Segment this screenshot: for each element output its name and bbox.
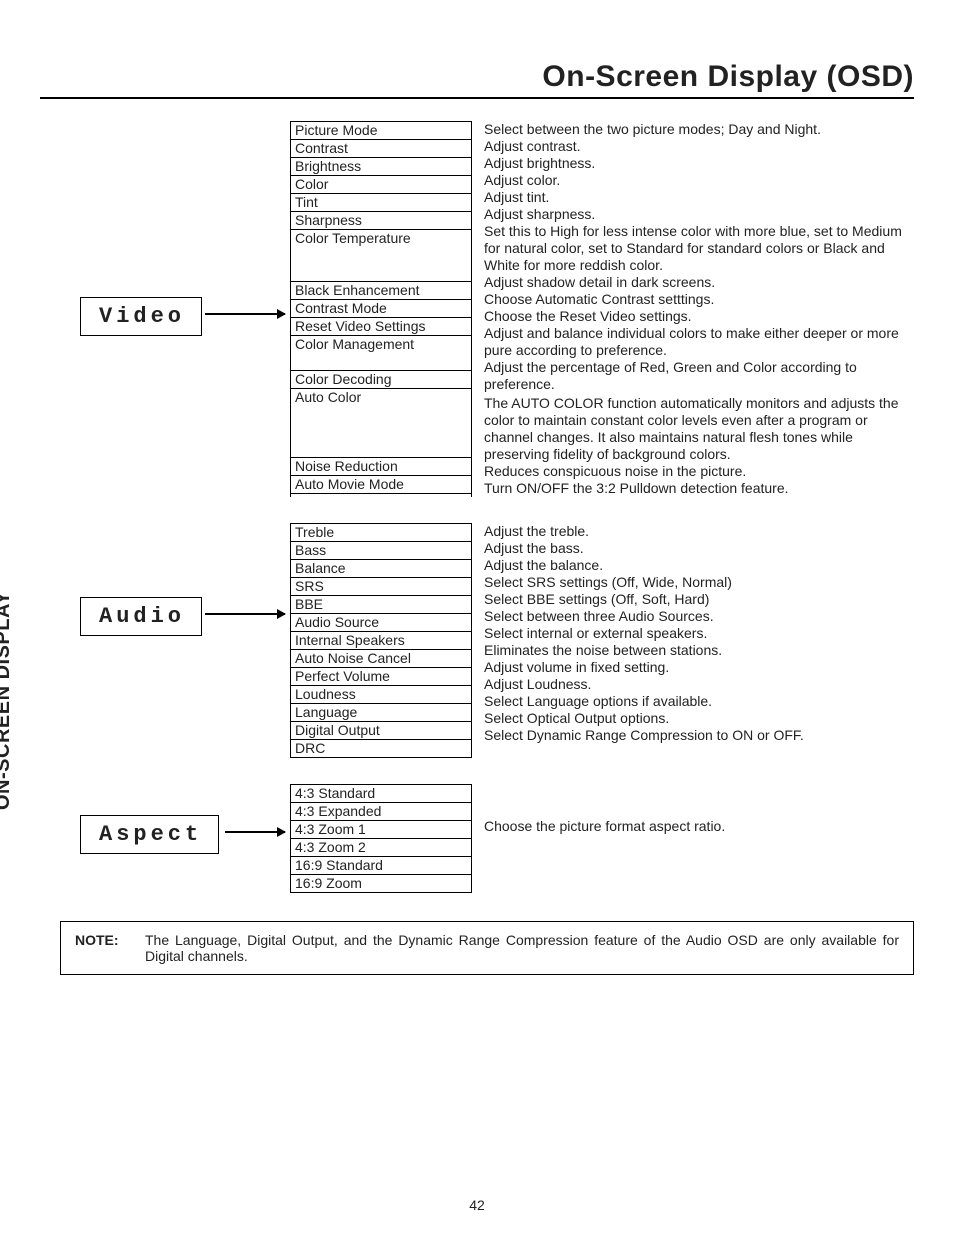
menu-item: Balance: [291, 560, 471, 578]
arrow-icon: [205, 613, 285, 615]
menu-item: Contrast Mode: [291, 300, 471, 318]
category-box-video: Video: [80, 297, 202, 336]
category-box-aspect: Aspect: [80, 815, 219, 854]
menu-item: 4:3 Zoom 2: [291, 839, 471, 857]
menu-item: Auto Color: [291, 389, 471, 458]
item-desc: Adjust tint.: [482, 189, 914, 206]
side-tab-label: ON-SCREEN DISPLAY: [0, 591, 15, 810]
menu-item: 4:3 Expanded: [291, 803, 471, 821]
menu-item: Internal Speakers: [291, 632, 471, 650]
item-desc: Adjust sharpness.: [482, 206, 914, 223]
note-label: NOTE:: [75, 932, 145, 964]
arrow-icon: [205, 313, 285, 315]
note-box: NOTE: The Language, Digital Output, and …: [60, 921, 914, 975]
item-desc: Adjust brightness.: [482, 155, 914, 172]
menu-item: 16:9 Zoom: [291, 875, 471, 893]
menu-item: Color Decoding: [291, 371, 471, 389]
note-text: The Language, Digital Output, and the Dy…: [145, 932, 899, 964]
item-desc: Adjust shadow detail in dark screens.: [482, 274, 914, 291]
item-desc: Select between the two picture modes; Da…: [482, 121, 914, 138]
menu-item: Loudness: [291, 686, 471, 704]
video-descriptions: Select between the two picture modes; Da…: [472, 121, 914, 497]
item-desc: Adjust the bass.: [482, 540, 806, 557]
section-video: Video Picture Mode Contrast Brightness C…: [85, 121, 914, 497]
menu-item: Black Enhancement: [291, 282, 471, 300]
menu-item: Picture Mode: [291, 122, 471, 140]
item-desc: Select Optical Output options.: [482, 710, 806, 727]
audio-items: Treble Bass Balance SRS BBE Audio Source…: [290, 523, 472, 758]
category-box-audio: Audio: [80, 597, 202, 636]
item-desc: Choose Automatic Contrast setttings.: [482, 291, 914, 308]
page-number: 42: [0, 1197, 954, 1213]
audio-descriptions: Adjust the treble. Adjust the bass. Adju…: [472, 523, 806, 758]
menu-item: Language: [291, 704, 471, 722]
item-desc: Select internal or external speakers.: [482, 625, 806, 642]
item-desc: Reduces conspicuous noise in the picture…: [482, 463, 914, 480]
item-desc: Adjust Loudness.: [482, 676, 806, 693]
item-desc: Choose the Reset Video settings.: [482, 308, 914, 325]
menu-item: Digital Output: [291, 722, 471, 740]
item-desc: Adjust the treble.: [482, 523, 806, 540]
item-desc: [482, 784, 727, 801]
aspect-descriptions: Choose the picture format aspect ratio.: [472, 784, 727, 893]
item-desc: Adjust and balance individual colors to …: [482, 325, 914, 359]
manual-page: On-Screen Display (OSD) Video Picture Mo…: [0, 0, 954, 1235]
item-desc: Select SRS settings (Off, Wide, Normal): [482, 574, 806, 591]
menu-item: Color Temperature: [291, 230, 471, 282]
section-audio: Audio Treble Bass Balance SRS BBE Audio …: [85, 523, 914, 758]
menu-item: Color: [291, 176, 471, 194]
arrow-icon: [225, 831, 285, 833]
item-desc: The AUTO COLOR function automatically mo…: [482, 395, 914, 463]
menu-item: Noise Reduction: [291, 458, 471, 476]
menu-item: Auto Noise Cancel: [291, 650, 471, 668]
item-desc: Choose the picture format aspect ratio.: [482, 818, 727, 835]
item-desc: Adjust volume in fixed setting.: [482, 659, 806, 676]
menu-item: Brightness: [291, 158, 471, 176]
menu-item: Tint: [291, 194, 471, 212]
item-desc: Adjust color.: [482, 172, 914, 189]
osd-diagram: Video Picture Mode Contrast Brightness C…: [85, 121, 914, 893]
menu-item: Sharpness: [291, 212, 471, 230]
menu-item: DRC: [291, 740, 471, 758]
item-desc: Select BBE settings (Off, Soft, Hard): [482, 591, 806, 608]
menu-item: Audio Source: [291, 614, 471, 632]
menu-item: 16:9 Standard: [291, 857, 471, 875]
item-desc: Turn ON/OFF the 3:2 Pulldown detection f…: [482, 480, 914, 497]
item-desc: Adjust the balance.: [482, 557, 806, 574]
menu-item: Color Management: [291, 336, 471, 371]
item-desc: Select Language options if available.: [482, 693, 806, 710]
section-aspect: Aspect 4:3 Standard 4:3 Expanded 4:3 Zoo…: [85, 784, 914, 893]
item-desc: Set this to High for less intense color …: [482, 223, 914, 274]
menu-item: Perfect Volume: [291, 668, 471, 686]
aspect-items: 4:3 Standard 4:3 Expanded 4:3 Zoom 1 4:3…: [290, 784, 472, 893]
item-desc: Adjust the percentage of Red, Green and …: [482, 359, 914, 393]
item-desc: Select Dynamic Range Compression to ON o…: [482, 727, 806, 744]
menu-item: 4:3 Standard: [291, 785, 471, 803]
menu-item: 4:3 Zoom 1: [291, 821, 471, 839]
item-desc: Eliminates the noise between stations.: [482, 642, 806, 659]
menu-item: Contrast: [291, 140, 471, 158]
item-desc: Adjust contrast.: [482, 138, 914, 155]
item-desc: Select between three Audio Sources.: [482, 608, 806, 625]
menu-item: Bass: [291, 542, 471, 560]
menu-item: Reset Video Settings: [291, 318, 471, 336]
menu-item: BBE: [291, 596, 471, 614]
menu-item: Treble: [291, 524, 471, 542]
video-items: Picture Mode Contrast Brightness Color T…: [290, 121, 472, 497]
page-title: On-Screen Display (OSD): [40, 60, 914, 99]
item-desc: [482, 801, 727, 818]
menu-item: Auto Movie Mode: [291, 476, 471, 494]
menu-item: SRS: [291, 578, 471, 596]
